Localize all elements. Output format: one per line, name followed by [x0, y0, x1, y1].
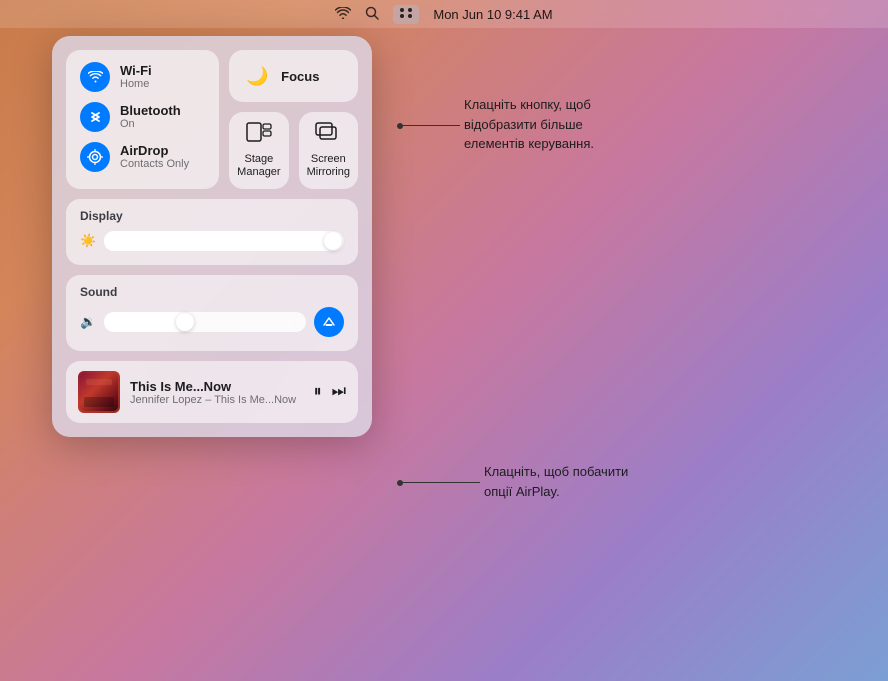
bluetooth-icon — [80, 102, 110, 132]
screen-mirroring-label: ScreenMirroring — [307, 153, 350, 179]
stage-manager-label: StageManager — [237, 153, 280, 179]
album-art — [78, 371, 120, 413]
control-center-panel: Wi-Fi Home Bluetooth On — [52, 36, 372, 437]
wifi-item[interactable]: Wi-Fi Home — [80, 62, 205, 92]
airplay-annotation-text: Клацніть, щоб побачити опції AirPlay. — [480, 462, 645, 501]
playback-controls: ⏸ ⏭ — [314, 383, 346, 401]
now-playing-section: This Is Me...Now Jennifer Lopez – This I… — [66, 361, 358, 423]
volume-slider[interactable] — [104, 312, 306, 332]
bluetooth-label: Bluetooth — [120, 103, 181, 119]
wifi-label: Wi-Fi — [120, 63, 152, 79]
next-button[interactable]: ⏭ — [332, 383, 346, 401]
airdrop-icon — [80, 142, 110, 172]
bluetooth-item[interactable]: Bluetooth On — [80, 102, 205, 132]
sound-title: Sound — [80, 285, 344, 299]
connectivity-block: Wi-Fi Home Bluetooth On — [66, 50, 219, 189]
stage-mirror-row: StageManager ScreenMirroring — [229, 112, 358, 189]
bluetooth-text: Bluetooth On — [120, 103, 181, 132]
track-artist: Jennifer Lopez – This Is Me...Now — [130, 394, 304, 406]
stage-manager-block[interactable]: StageManager — [229, 112, 288, 189]
display-section: Display ☀️ — [66, 199, 358, 265]
track-name: This Is Me...Now — [130, 379, 304, 394]
airdrop-sublabel: Contacts Only — [120, 158, 189, 171]
focus-block[interactable]: 🌙 Focus — [229, 50, 358, 102]
pause-button[interactable]: ⏸ — [314, 383, 322, 401]
track-info: This Is Me...Now Jennifer Lopez – This I… — [130, 379, 304, 406]
search-menubar-icon[interactable] — [365, 6, 379, 23]
wifi-sublabel: Home — [120, 78, 152, 91]
right-column: 🌙 Focus StageManager — [229, 50, 358, 189]
wifi-menubar-icon[interactable] — [335, 6, 351, 22]
display-title: Display — [80, 209, 344, 223]
menubar-time: Mon Jun 10 9:41 AM — [433, 7, 552, 22]
focus-annotation: Клацніть кнопку, щоб відобразити більше … — [400, 95, 625, 154]
airdrop-text: AirDrop Contacts Only — [120, 143, 189, 172]
airplay-annotation: Клацніть, щоб побачити опції AirPlay. — [400, 462, 645, 501]
display-slider-row: ☀️ — [80, 231, 344, 251]
volume-icon: 🔉 — [80, 314, 96, 330]
focus-annotation-text: Клацніть кнопку, щоб відобразити більше … — [460, 95, 625, 154]
control-center-menubar-icon[interactable] — [393, 5, 419, 24]
screen-mirroring-icon — [315, 122, 341, 148]
screen-mirroring-block[interactable]: ScreenMirroring — [299, 112, 358, 189]
airdrop-label: AirDrop — [120, 143, 189, 159]
brightness-slider[interactable] — [104, 231, 344, 251]
focus-label: Focus — [281, 69, 319, 84]
brightness-icon: ☀️ — [80, 233, 96, 249]
airplay-button[interactable] — [314, 307, 344, 337]
sound-slider-row: 🔉 — [80, 307, 344, 337]
menubar: Mon Jun 10 9:41 AM — [0, 0, 888, 28]
top-row: Wi-Fi Home Bluetooth On — [66, 50, 358, 189]
airdrop-item[interactable]: AirDrop Contacts Only — [80, 142, 205, 172]
stage-manager-icon — [246, 122, 272, 148]
bluetooth-sublabel: On — [120, 118, 181, 131]
wifi-text: Wi-Fi Home — [120, 63, 152, 92]
wifi-icon — [80, 62, 110, 92]
sound-section: Sound 🔉 — [66, 275, 358, 351]
focus-icon: 🌙 — [243, 62, 271, 90]
